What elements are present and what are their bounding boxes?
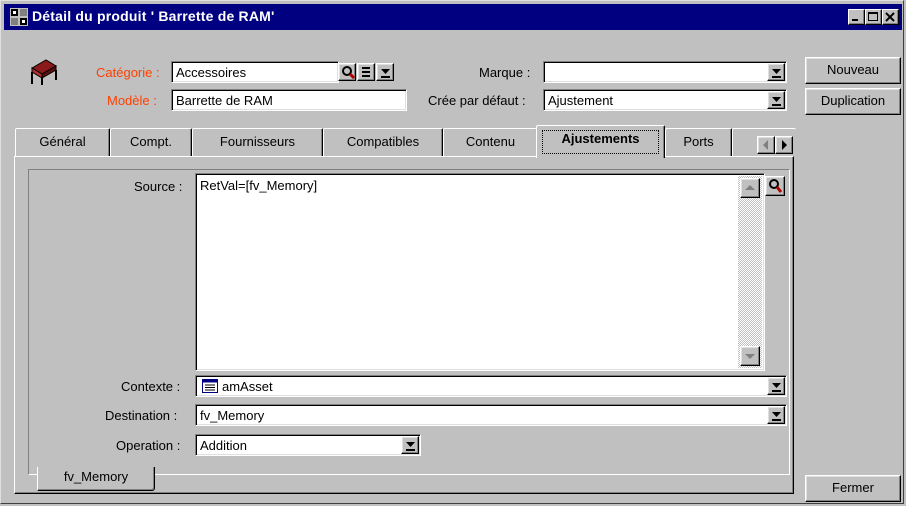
categorie-list-button[interactable] xyxy=(357,63,375,81)
marque-label: Marque : xyxy=(479,65,531,80)
destination-dropdown-button[interactable] xyxy=(767,406,785,424)
magnifier-icon xyxy=(769,179,783,193)
close-button[interactable] xyxy=(882,9,899,25)
chevron-down-icon xyxy=(772,97,781,106)
product-chair-icon xyxy=(31,59,57,85)
tab-scroll-right-button[interactable] xyxy=(775,136,793,154)
modele-label: Modèle : xyxy=(107,93,157,108)
window-title: Détail du produit ' Barrette de RAM' xyxy=(32,8,275,24)
source-label: Source : xyxy=(134,179,183,194)
chevron-down-icon xyxy=(406,442,415,451)
cree-par-defaut-field[interactable]: Ajustement xyxy=(543,89,787,111)
product-detail-window: Détail du produit ' Barrette de RAM' Cat… xyxy=(0,0,904,504)
maximize-icon xyxy=(868,12,878,21)
tab-scroll-left-button[interactable] xyxy=(757,136,775,154)
categorie-field[interactable]: Accessoires xyxy=(171,61,339,83)
nouveau-button[interactable]: Nouveau xyxy=(805,57,901,84)
tab-ports[interactable]: Ports xyxy=(665,128,732,156)
cree-par-defaut-dropdown-button[interactable] xyxy=(767,91,785,109)
tab-compt[interactable]: Compt. xyxy=(110,128,192,156)
contexte-field[interactable]: amAsset xyxy=(195,375,787,397)
source-scroll-up-button[interactable] xyxy=(740,178,760,198)
tab-contenu[interactable]: Contenu xyxy=(443,128,538,156)
tab-focus-rect xyxy=(542,130,659,154)
chevron-right-icon xyxy=(782,140,787,150)
minimize-button[interactable] xyxy=(848,9,865,25)
destination-label: Destination : xyxy=(105,408,178,423)
table-icon xyxy=(202,379,218,393)
marque-dropdown-button[interactable] xyxy=(767,63,785,81)
operation-label: Operation : xyxy=(116,438,181,453)
marque-field[interactable] xyxy=(543,61,787,83)
categorie-search-button[interactable] xyxy=(338,63,356,81)
app-icon xyxy=(10,8,28,26)
close-icon xyxy=(885,12,895,22)
magnifier-icon xyxy=(342,66,355,79)
list-icon xyxy=(362,67,370,77)
product-icon-frame xyxy=(26,56,66,88)
tab-general[interactable]: Général xyxy=(15,128,110,156)
categorie-label: Catégorie : xyxy=(96,65,160,80)
tab-fournisseurs[interactable]: Fournisseurs xyxy=(192,128,323,156)
maximize-button[interactable] xyxy=(865,9,882,25)
cree-par-defaut-label: Crée par défaut : xyxy=(428,93,526,108)
chevron-down-icon xyxy=(772,69,781,78)
source-search-button[interactable] xyxy=(765,176,785,196)
destination-field[interactable]: fv_Memory xyxy=(195,404,787,426)
tab-compatibles[interactable]: Compatibles xyxy=(323,128,443,156)
operation-dropdown-button[interactable] xyxy=(401,436,419,454)
contexte-label: Contexte : xyxy=(121,379,181,394)
fermer-button[interactable]: Fermer xyxy=(805,475,901,502)
categorie-dropdown-button[interactable] xyxy=(376,63,394,81)
chevron-down-icon xyxy=(381,69,390,78)
modele-field[interactable]: Barrette de RAM xyxy=(171,89,407,111)
subtab-label: fv_Memory xyxy=(63,469,129,484)
arrow-up-icon xyxy=(745,185,755,190)
arrow-down-icon xyxy=(745,354,755,359)
tab-ajustements[interactable]: Ajustements xyxy=(536,125,665,158)
source-scrollbar[interactable] xyxy=(738,176,762,368)
subtab-fv-memory[interactable]: fv_Memory xyxy=(37,467,155,491)
chevron-down-icon xyxy=(772,383,781,392)
source-textarea[interactable]: RetVal=[fv_Memory] xyxy=(195,173,765,371)
contexte-dropdown-button[interactable] xyxy=(767,377,785,395)
minimize-icon xyxy=(852,19,858,21)
duplication-button[interactable]: Duplication xyxy=(805,88,901,115)
operation-field[interactable]: Addition xyxy=(195,434,421,456)
contexte-value: amAsset xyxy=(222,379,273,394)
title-bar[interactable]: Détail du produit ' Barrette de RAM' xyxy=(4,4,902,30)
chevron-down-icon xyxy=(772,412,781,421)
source-text: RetVal=[fv_Memory] xyxy=(200,178,318,193)
source-scroll-down-button[interactable] xyxy=(740,346,760,366)
chevron-left-icon xyxy=(763,140,768,150)
